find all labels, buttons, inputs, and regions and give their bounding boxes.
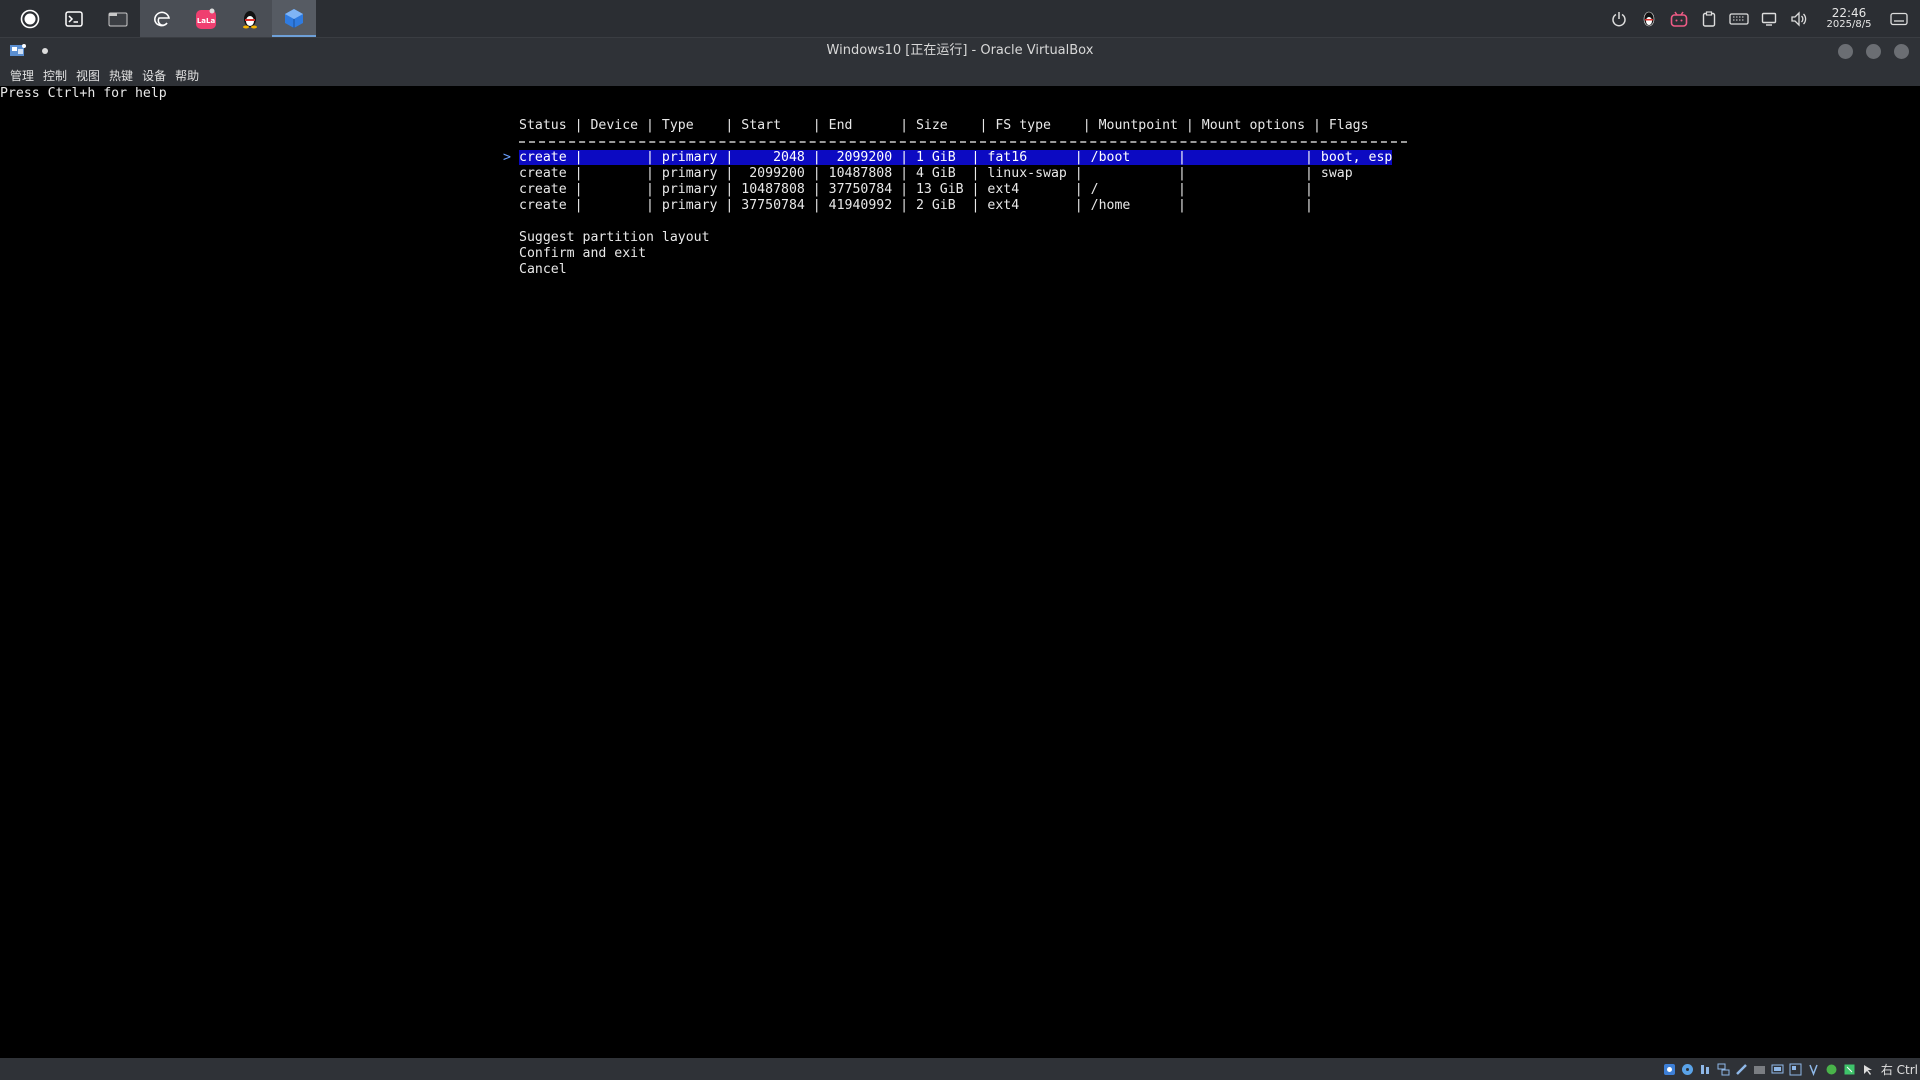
help-hint: Press Ctrl+h for help xyxy=(0,86,167,101)
partition-row[interactable]: create | | primary | 2099200 | 10487808 … xyxy=(519,166,1353,181)
optical-drive-icon[interactable] xyxy=(1681,1062,1695,1076)
suggest-layout-option[interactable]: Suggest partition layout xyxy=(519,230,710,245)
volume-icon[interactable] xyxy=(1784,0,1814,37)
cpu-icon[interactable] xyxy=(1807,1062,1821,1076)
clock[interactable]: 22:46 2025/8/5 xyxy=(1818,7,1880,31)
keyboard-capture-icon[interactable] xyxy=(1861,1062,1875,1076)
system-tray: 22:46 2025/8/5 xyxy=(1604,0,1920,37)
menu-bar: 管理 控制 视图 热键 设备 帮助 xyxy=(0,64,1920,86)
taskbar: LaLa 22:46 2025/8/5 xyxy=(0,0,1920,38)
menu-hotkey[interactable]: 热键 xyxy=(109,67,133,84)
shared-folder-icon[interactable] xyxy=(1753,1062,1767,1076)
display-icon[interactable] xyxy=(1754,0,1784,37)
partition-table-header: Status | Device | Type | Start | End | S… xyxy=(519,118,1369,133)
vm-display[interactable]: Press Ctrl+h for help Status | Device | … xyxy=(0,86,1920,1058)
virtualbox-icon[interactable] xyxy=(272,0,316,37)
video-capture-icon[interactable] xyxy=(1771,1062,1785,1076)
terminal-icon[interactable] xyxy=(52,0,96,37)
close-button[interactable] xyxy=(1894,44,1909,59)
bilibili-icon[interactable] xyxy=(1664,0,1694,37)
clock-date: 2025/8/5 xyxy=(1826,18,1872,30)
file-manager-icon[interactable] xyxy=(96,0,140,37)
menu-view[interactable]: 视图 xyxy=(76,67,100,84)
mouse-integration-icon[interactable] xyxy=(1843,1062,1857,1076)
edge-browser-icon[interactable] xyxy=(140,0,184,37)
header-divider xyxy=(519,141,1407,143)
host-key-label: 右 Ctrl xyxy=(1880,1062,1918,1077)
menu-help[interactable]: 帮助 xyxy=(175,67,199,84)
maximize-button[interactable] xyxy=(1866,44,1881,59)
vm-status-bar: 右 Ctrl xyxy=(0,1058,1920,1080)
menu-control[interactable]: 控制 xyxy=(43,67,67,84)
qq-tray-icon[interactable] xyxy=(1634,0,1664,37)
usb-icon[interactable] xyxy=(1735,1062,1749,1076)
menu-devices[interactable]: 设备 xyxy=(142,67,166,84)
svg-text:LaLa: LaLa xyxy=(197,17,216,25)
record-circle-icon[interactable] xyxy=(8,0,52,37)
audio-icon[interactable] xyxy=(1699,1062,1713,1076)
row-pointer: > xyxy=(503,150,511,165)
display-settings-icon[interactable] xyxy=(1789,1062,1803,1076)
keyboard-icon[interactable] xyxy=(1724,0,1754,37)
guest-additions-icon[interactable] xyxy=(1825,1062,1839,1076)
minimize-button[interactable] xyxy=(1838,44,1853,59)
partition-row[interactable]: create | | primary | 2048 | 2099200 | 1 … xyxy=(519,150,1393,165)
window-title: Windows10 [正在运行] - Oracle VirtualBox xyxy=(826,43,1094,58)
partition-row[interactable]: create | | primary | 37750784 | 41940992… xyxy=(519,198,1313,213)
notification-center-icon[interactable] xyxy=(1884,0,1914,37)
partition-row[interactable]: create | | primary | 10487808 | 37750784… xyxy=(519,182,1313,197)
network-icon[interactable] xyxy=(1717,1062,1731,1076)
menu-manage[interactable]: 管理 xyxy=(10,67,34,84)
clock-time: 22:46 xyxy=(1831,5,1867,20)
power-icon[interactable] xyxy=(1604,0,1634,37)
lala-app-icon[interactable]: LaLa xyxy=(184,0,228,37)
qq-penguin-icon[interactable] xyxy=(228,0,272,37)
cancel-option[interactable]: Cancel xyxy=(519,262,567,277)
clipboard-icon[interactable] xyxy=(1694,0,1724,37)
confirm-exit-option[interactable]: Confirm and exit xyxy=(519,246,646,261)
hard-disk-icon[interactable] xyxy=(1663,1062,1677,1076)
window-titlebar: Windows10 [正在运行] - Oracle VirtualBox xyxy=(0,38,1920,64)
